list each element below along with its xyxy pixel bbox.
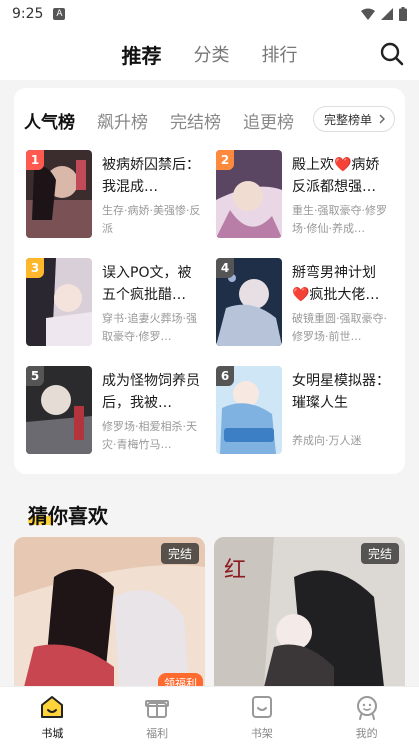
finished-badge: 完结 [360,543,399,564]
rank-number: 4 [216,258,234,278]
bottom-nav: 书城 福利 书架 我的 [0,686,419,746]
rank-number: 6 [216,366,234,386]
nav-profile[interactable]: 我的 [314,687,419,746]
rank-tab-popular[interactable]: 人气榜 [24,108,75,133]
nav-label: 书架 [250,727,273,740]
finished-badge: 完结 [160,543,199,564]
wifi-icon [361,8,375,20]
nav-label: 书城 [41,727,64,740]
tab-ranking[interactable]: 排行 [262,41,298,67]
rank-book-4[interactable]: 4 掰弯男神计划❤️疯批大佬… 破镜重圆·强取豪夺·修罗场·前世… [216,258,404,348]
book-title: 女明星模拟器：璀璨人生 [292,373,390,411]
top-nav: 推荐 分类 排行 [0,28,419,80]
rank-book-1[interactable]: 1 被病娇囚禁后：我混成… 生存·病娇·美强惨·反派 [26,150,214,240]
status-bar: 9:25 A [0,0,419,28]
book-cover: 5 [26,366,92,454]
book-tags: 破镜重圆·强取豪夺·修罗场·前世… [292,312,387,343]
book-cover: 3 [26,258,92,346]
book-cover: 4 [216,258,282,346]
book-cover: 6 [216,366,282,454]
book-tags: 修罗场·相爱相杀·天灾·青梅竹马… [102,420,197,451]
rank-book-6[interactable]: 6 女明星模拟器：璀璨人生 养成向·万人迷 [216,366,404,456]
rank-number: 3 [26,258,44,278]
status-time: 9:25 [12,6,44,22]
tab-category[interactable]: 分类 [194,41,230,67]
book-tags: 生存·病娇·美强惨·反派 [102,204,201,235]
rank-tab-following[interactable]: 追更榜 [243,108,294,133]
battery-icon [399,7,407,21]
rank-number: 1 [26,150,44,170]
book-tags: 养成向·万人迷 [292,434,362,447]
full-list-button[interactable]: 完整榜单 [312,106,395,132]
book-cover: 2 [216,150,282,238]
book-tags: 重生·强取豪夺·修罗场·修仙·养成… [292,204,387,235]
rank-tab-rising[interactable]: 飙升榜 [97,108,148,133]
chevron-right-icon [379,114,385,124]
notification-icon: A [53,8,66,20]
book-title: 误入PO文，被五个疯批醋… [102,265,192,303]
nav-welfare[interactable]: 福利 [105,687,210,746]
book-title: 掰弯男神计划❤️疯批大佬… [292,265,380,303]
nav-bookstore[interactable]: 书城 [0,687,105,746]
book-title: 成为怪物饲养员后，我被… [102,373,200,411]
svg-text:红: 红 [224,558,246,583]
full-list-label: 完整榜单 [323,112,372,127]
guess-card-2[interactable]: 红 完结 [214,537,405,687]
rank-book-5[interactable]: 5 成为怪物饲养员后，我被… 修罗场·相爱相杀·天灾·青梅竹马… [26,366,214,456]
gift-icon [145,700,170,718]
rank-tab-finished[interactable]: 完结榜 [170,108,221,133]
book-title: 殿上欢❤️病娇反派都想强… [292,157,380,195]
nav-label: 福利 [146,727,169,740]
search-icon[interactable] [379,41,405,67]
guess-card-1[interactable]: 完结 [14,537,205,687]
book-title: 被病娇囚禁后：我混成… [102,157,200,195]
nav-label: 我的 [355,727,378,740]
book-tags: 穿书·追妻火葬场·强取豪夺·修罗… [102,312,197,343]
rank-number: 2 [216,150,234,170]
status-icons [361,7,407,21]
rank-number: 5 [26,366,44,386]
section-title-guess: 猜你喜欢 [28,500,108,529]
profile-icon [356,696,377,720]
signal-icon [381,8,393,20]
home-icon [41,696,64,718]
bookshelf-icon [251,696,272,718]
book-cover: 1 [26,150,92,238]
rank-book-2[interactable]: 2 殿上欢❤️病娇反派都想强… 重生·强取豪夺·修罗场·修仙·养成… [216,150,404,240]
rank-book-3[interactable]: 3 误入PO文，被五个疯批醋… 穿书·追妻火葬场·强取豪夺·修罗… [26,258,214,348]
tab-recommend[interactable]: 推荐 [122,40,162,69]
ranking-card: 人气榜 飙升榜 完结榜 追更榜 完整榜单 1 被病娇囚禁后：我混成… 生存·病娇… [14,88,405,474]
nav-bookshelf[interactable]: 书架 [210,687,315,746]
